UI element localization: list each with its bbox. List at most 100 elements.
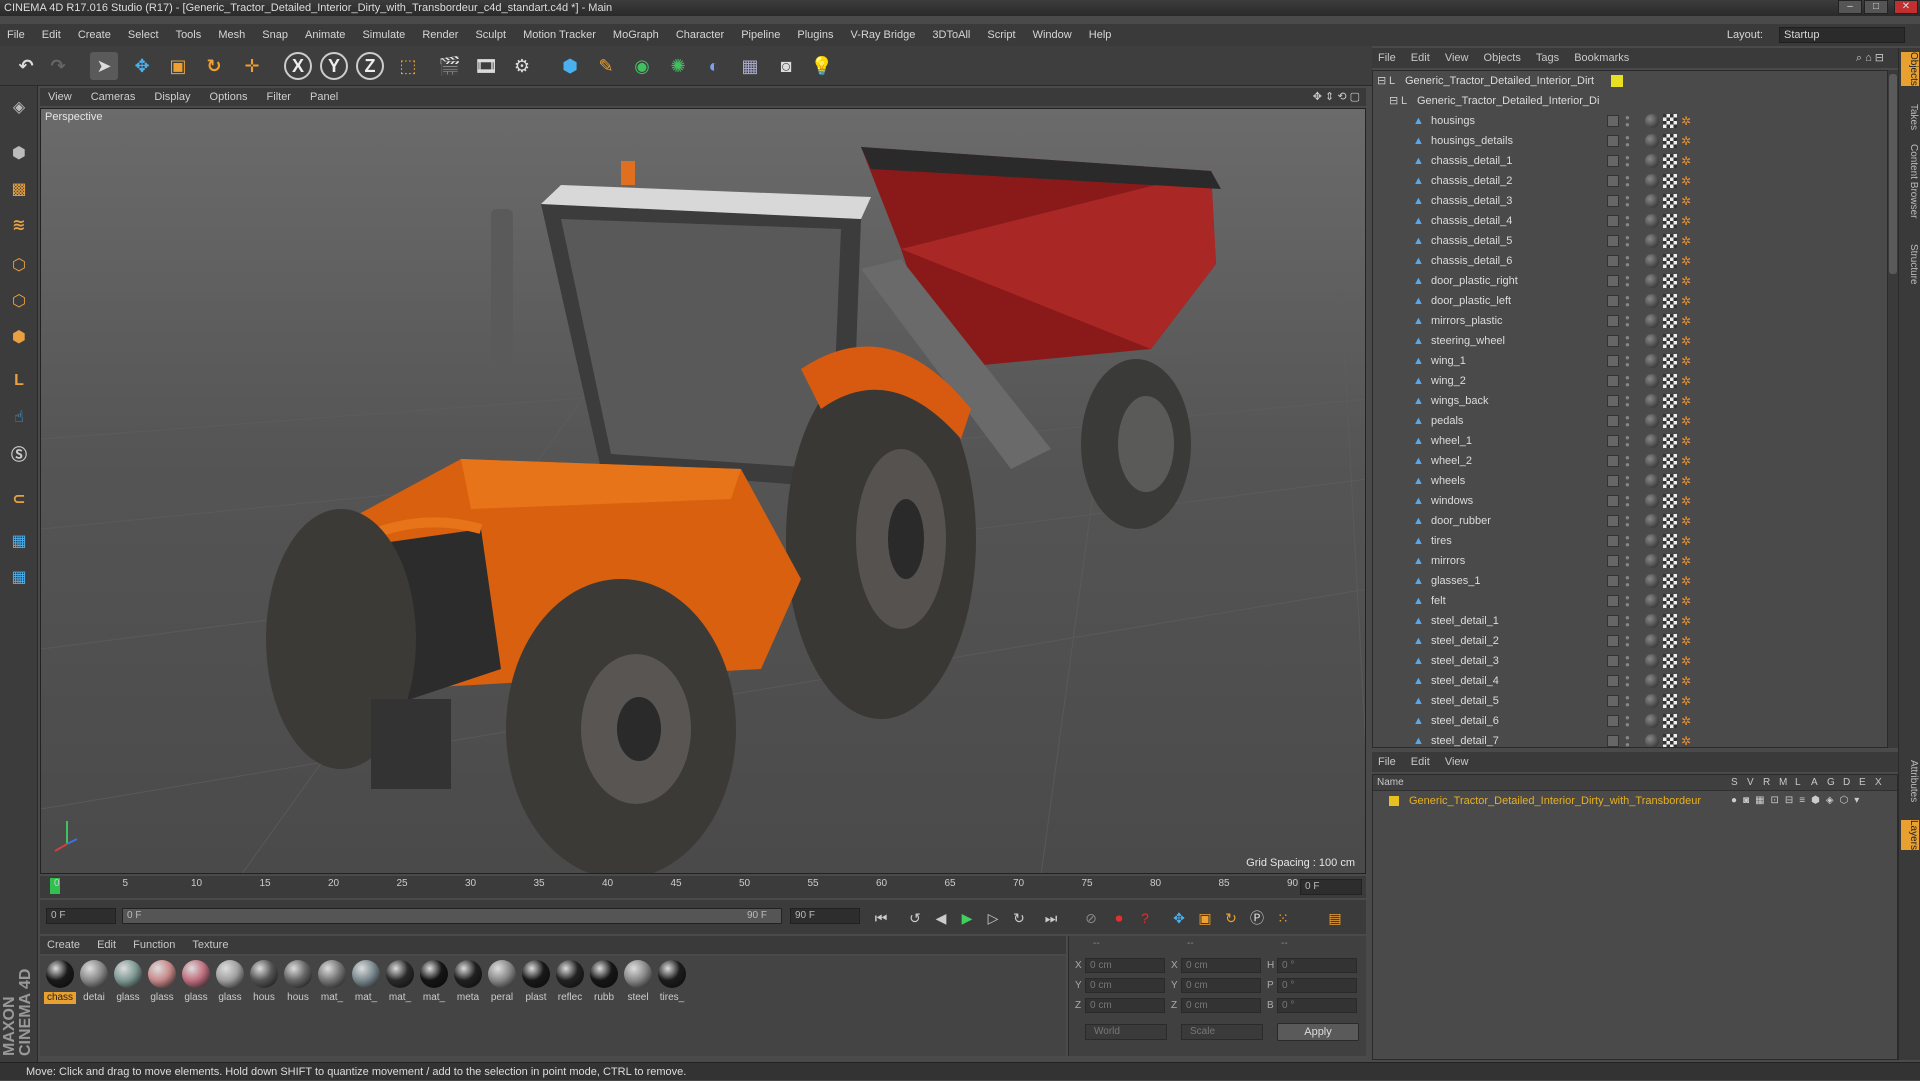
visibility-checkbox[interactable]: [1607, 335, 1619, 347]
menu-mograph[interactable]: MoGraph: [613, 29, 659, 41]
material-swatch[interactable]: hous: [248, 960, 280, 1004]
rotate-icon[interactable]: ↻: [200, 52, 228, 80]
phong-tag-icon[interactable]: ✲: [1681, 514, 1695, 528]
viewport-menu-filter[interactable]: Filter: [267, 91, 291, 103]
z-axis-icon[interactable]: Z: [356, 52, 384, 80]
object-row[interactable]: ▲ chassis_detail_6 ● ● ✲: [1373, 251, 1887, 271]
object-row[interactable]: ▲ steel_detail_5 ● ● ✲: [1373, 691, 1887, 711]
coord-type-dropdown[interactable]: Scale: [1181, 1024, 1263, 1040]
go-to-start-icon[interactable]: ⏮: [870, 908, 892, 928]
phong-tag-icon[interactable]: ✲: [1681, 414, 1695, 428]
editor-render-dots[interactable]: ● ●: [1625, 394, 1631, 409]
object-manager-scrollbar[interactable]: [1888, 70, 1898, 748]
rotation-b-field[interactable]: 0 °: [1277, 998, 1357, 1013]
texture-tag-icon[interactable]: [1663, 374, 1677, 388]
material-swatch[interactable]: mat_: [384, 960, 416, 1004]
editor-render-dots[interactable]: ● ●: [1625, 434, 1631, 449]
close-button[interactable]: ✕: [1894, 0, 1918, 14]
visibility-checkbox[interactable]: [1607, 315, 1619, 327]
points-mode-icon[interactable]: ⬡: [4, 250, 34, 280]
texture-tag-icon[interactable]: [1663, 334, 1677, 348]
expand-icon[interactable]: ⊟: [1377, 75, 1389, 87]
phong-tag-icon[interactable]: ✲: [1681, 634, 1695, 648]
phong-tag-icon[interactable]: ✲: [1681, 534, 1695, 548]
deformer-icon[interactable]: ◐: [700, 52, 728, 80]
editor-render-dots[interactable]: ● ●: [1625, 294, 1631, 309]
phong-tag-icon[interactable]: ✲: [1681, 174, 1695, 188]
layer-column-header[interactable]: V: [1747, 775, 1754, 791]
editor-render-dots[interactable]: ● ●: [1625, 514, 1631, 529]
apply-button[interactable]: Apply: [1277, 1023, 1359, 1041]
workplane-icon[interactable]: ≋: [4, 210, 34, 240]
material-swatch[interactable]: reflec: [554, 960, 586, 1004]
maximize-button[interactable]: □: [1864, 0, 1888, 14]
material-swatch[interactable]: hous: [282, 960, 314, 1004]
material-swatch[interactable]: tires_: [656, 960, 688, 1004]
object-row[interactable]: ▲ wing_2 ● ● ✲: [1373, 371, 1887, 391]
phong-tag-icon[interactable]: ✲: [1681, 594, 1695, 608]
menu-character[interactable]: Character: [676, 29, 724, 41]
phong-tag-icon[interactable]: ✲: [1681, 214, 1695, 228]
visibility-checkbox[interactable]: [1607, 495, 1619, 507]
menu-script[interactable]: Script: [987, 29, 1015, 41]
editor-render-dots[interactable]: ● ●: [1625, 474, 1631, 489]
editor-render-dots[interactable]: ● ●: [1625, 674, 1631, 689]
make-editable-icon[interactable]: ◈: [4, 92, 34, 122]
phong-tag-icon[interactable]: ✲: [1681, 134, 1695, 148]
texture-tag-icon[interactable]: [1663, 674, 1677, 688]
visibility-checkbox[interactable]: [1607, 635, 1619, 647]
object-group-row[interactable]: ⊟ L Generic_Tractor_Detailed_Interior_Di: [1373, 91, 1887, 111]
layer-column-header[interactable]: M: [1779, 775, 1787, 791]
next-key-icon[interactable]: ↻: [1008, 908, 1030, 928]
key-pla-icon[interactable]: ⁙: [1272, 908, 1294, 928]
texture-tag-icon[interactable]: [1663, 654, 1677, 668]
object-row[interactable]: ▲ tires ● ● ✲: [1373, 531, 1887, 551]
texture-tag-icon[interactable]: [1663, 274, 1677, 288]
render-settings-icon[interactable]: ⚙: [508, 52, 536, 80]
key-scale-icon[interactable]: ▣: [1194, 908, 1216, 928]
texture-tag-icon[interactable]: [1663, 734, 1677, 747]
material-tag-icon[interactable]: [1645, 634, 1659, 648]
visibility-checkbox[interactable]: [1607, 675, 1619, 687]
material-tag-icon[interactable]: [1645, 594, 1659, 608]
material-tag-icon[interactable]: [1645, 234, 1659, 248]
visibility-checkbox[interactable]: [1607, 575, 1619, 587]
material-tag-icon[interactable]: [1645, 134, 1659, 148]
visibility-checkbox[interactable]: [1607, 435, 1619, 447]
layer-column-header[interactable]: A: [1811, 775, 1818, 791]
viewport-menu-view[interactable]: View: [48, 91, 72, 103]
editor-render-dots[interactable]: ● ●: [1625, 494, 1631, 509]
object-row[interactable]: ▲ steel_detail_7 ● ● ✲: [1373, 731, 1887, 747]
material-swatch[interactable]: glass: [112, 960, 144, 1004]
visibility-checkbox[interactable]: [1607, 655, 1619, 667]
texture-tag-icon[interactable]: [1663, 294, 1677, 308]
object-row[interactable]: ▲ wings_back ● ● ✲: [1373, 391, 1887, 411]
menu-animate[interactable]: Animate: [305, 29, 345, 41]
phong-tag-icon[interactable]: ✲: [1681, 734, 1695, 747]
viewport-menu-display[interactable]: Display: [154, 91, 190, 103]
material-tag-icon[interactable]: [1645, 614, 1659, 628]
visibility-checkbox[interactable]: [1607, 695, 1619, 707]
visibility-checkbox[interactable]: [1607, 255, 1619, 267]
material-swatch[interactable]: steel: [622, 960, 654, 1004]
material-tag-icon[interactable]: [1645, 214, 1659, 228]
play-icon[interactable]: ▶: [956, 908, 978, 928]
layer-row[interactable]: Generic_Tractor_Detailed_Interior_Dirty_…: [1373, 793, 1897, 809]
lock-workplane-icon[interactable]: ▦: [4, 526, 34, 556]
editor-render-dots[interactable]: ● ●: [1625, 454, 1631, 469]
objects-menu-objects[interactable]: Objects: [1484, 52, 1521, 64]
material-menu-create[interactable]: Create: [47, 939, 80, 951]
phong-tag-icon[interactable]: ✲: [1681, 154, 1695, 168]
material-swatch[interactable]: meta: [452, 960, 484, 1004]
texture-mode-icon[interactable]: ▩: [4, 174, 34, 204]
viewport-menu-panel[interactable]: Panel: [310, 91, 338, 103]
material-swatch[interactable]: peral: [486, 960, 518, 1004]
object-row[interactable]: ▲ wing_1 ● ● ✲: [1373, 351, 1887, 371]
material-menu-function[interactable]: Function: [133, 939, 175, 951]
visibility-checkbox[interactable]: [1607, 715, 1619, 727]
previous-frame-icon[interactable]: ◀: [930, 908, 952, 928]
objects-menu-edit[interactable]: Edit: [1411, 52, 1430, 64]
editor-render-dots[interactable]: ● ●: [1625, 534, 1631, 549]
object-row[interactable]: ▲ mirrors ● ● ✲: [1373, 551, 1887, 571]
camera-icon[interactable]: ◙: [772, 52, 800, 80]
